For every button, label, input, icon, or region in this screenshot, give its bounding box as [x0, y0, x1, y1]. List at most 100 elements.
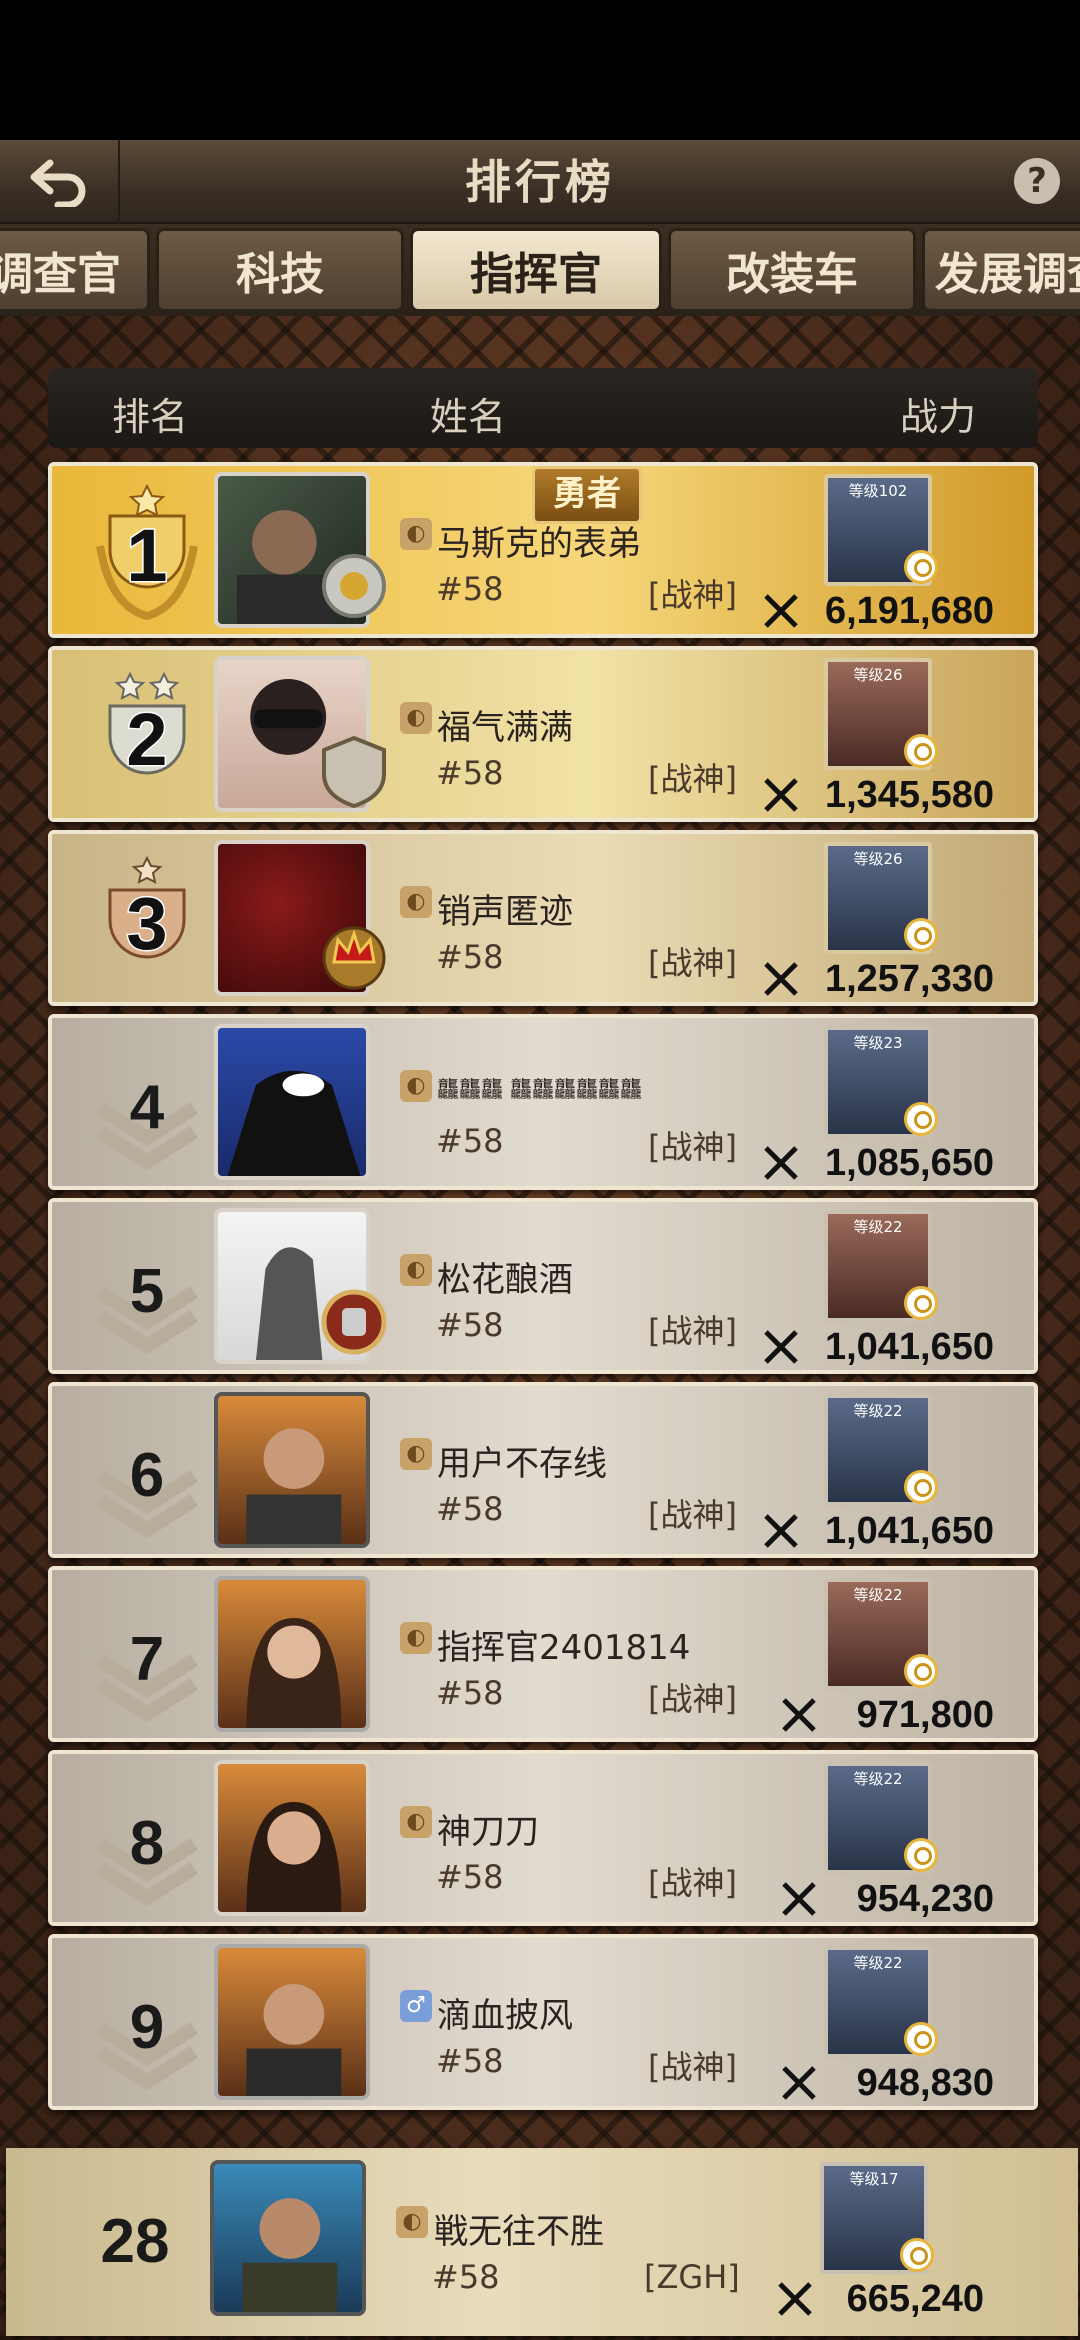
header-bar: 排行榜 ?	[0, 140, 1080, 224]
fist-badge-icon	[321, 1289, 387, 1355]
search-icon[interactable]	[904, 1470, 938, 1504]
search-icon[interactable]	[904, 1654, 938, 1688]
search-icon[interactable]	[904, 550, 938, 584]
rank-row-3[interactable]: 3 ◐ 销声匿迹 #58 [战神] 等级26 1,257,330	[48, 830, 1038, 1006]
help-button[interactable]: ?	[1014, 158, 1060, 204]
search-icon[interactable]	[904, 1286, 938, 1320]
power-column-label: 战力	[900, 395, 977, 439]
gender-unknown-icon: ◐	[400, 1806, 432, 1838]
server-id: #58	[436, 1490, 504, 1528]
search-icon[interactable]	[904, 1102, 938, 1136]
alliance-tag: [战神]	[648, 576, 737, 614]
server-id: #58	[436, 754, 504, 792]
rank-row-1[interactable]: 1 勇者 ◐ 马斯克的表弟 #58 [战神] 等级102 6,191,680	[48, 462, 1038, 638]
power-value: 954,230	[856, 1878, 994, 1920]
crossed-swords-icon	[764, 1146, 798, 1180]
crossed-swords-icon	[778, 2282, 812, 2316]
rank-row-9[interactable]: 9 ♂ 滴血披风 #58 [战神] 等级22 948,830	[48, 1934, 1038, 2110]
avatar[interactable]	[214, 1760, 370, 1916]
rank-badge-icon	[322, 554, 386, 618]
rank-number: 5	[129, 1257, 165, 1326]
rank-row-5[interactable]: 5 ◐ 松花酿酒 #58 [战神] 等级22 1,041,650	[48, 1198, 1038, 1374]
avatar[interactable]	[210, 2160, 366, 2316]
gender-unknown-icon: ◐	[400, 1070, 432, 1102]
power-value: 1,041,650	[824, 1326, 994, 1368]
crossed-swords-icon	[764, 1514, 798, 1548]
rank-number: 9	[129, 1993, 165, 2062]
server-id: #58	[436, 1858, 504, 1896]
player-name: 神刀刀	[437, 1812, 539, 1852]
search-icon[interactable]	[904, 1838, 938, 1872]
search-icon[interactable]	[904, 734, 938, 768]
rank-row-7[interactable]: 7 ◐ 指挥官2401814 #58 [战神] 等级22 971,800	[48, 1566, 1038, 1742]
rank-row-2[interactable]: 2 ◐ 福气满满 #58 [战神] 等级26 1,345,580	[48, 646, 1038, 822]
rank-number: 8	[129, 1809, 165, 1878]
rank-row-4[interactable]: 4 ◐ 龘龘龘 龘龘龘龘龘龘 #58 [战神] 等级23 1,085,650	[48, 1014, 1038, 1190]
crossed-swords-icon	[782, 1698, 816, 1732]
rank-column-label: 排名	[112, 395, 189, 439]
crossed-swords-icon	[764, 962, 798, 996]
gender-unknown-icon: ◐	[400, 1438, 432, 1470]
tab-technology[interactable]: 科技	[156, 228, 404, 312]
crossed-swords-icon	[782, 2066, 816, 2100]
rank-row-6[interactable]: 6 ◐ 用户不存线 #58 [战神] 等级22 1,041,650	[48, 1382, 1038, 1558]
gender-unknown-icon: ◐	[400, 886, 432, 918]
power-value: 1,041,650	[824, 1510, 994, 1552]
status-bar	[0, 0, 1080, 140]
gender-unknown-icon: ◐	[400, 1254, 432, 1286]
rank-number: 4	[129, 1073, 165, 1142]
server-id: #58	[436, 1122, 504, 1160]
server-id: #58	[436, 570, 504, 608]
page-title: 排行榜	[465, 155, 615, 209]
rank-row-8[interactable]: 8 ◐ 神刀刀 #58 [战神] 等级22 954,230	[48, 1750, 1038, 1926]
player-name: 销声匿迹	[437, 892, 573, 932]
male-gender-icon: ♂	[400, 1990, 432, 2022]
gender-unknown-icon: ◐	[400, 1622, 432, 1654]
server-id: #58	[436, 1306, 504, 1344]
alliance-tag: [战神]	[648, 1680, 737, 1718]
player-name: 松花酿酒	[437, 1260, 573, 1300]
avatar[interactable]	[214, 1024, 370, 1180]
tab-development[interactable]: 发展调查	[922, 228, 1080, 312]
tab-commander[interactable]: 指挥官	[410, 228, 662, 312]
column-header: 排名 姓名 战力	[48, 368, 1038, 448]
power-value: 948,830	[856, 2062, 994, 2104]
rank-number: 6	[129, 1441, 165, 1510]
rank-number: 1	[125, 513, 169, 599]
power-value: 6,191,680	[824, 590, 994, 632]
alliance-tag: [ZGH]	[644, 2258, 740, 2296]
server-id: #58	[432, 2258, 500, 2296]
player-name: 滴血披风	[437, 1996, 573, 2036]
player-name: 龘龘龘 龘龘龘龘龘龘	[437, 1078, 642, 1103]
avatar[interactable]	[214, 1576, 370, 1732]
avatar[interactable]	[214, 1392, 370, 1548]
search-icon[interactable]	[904, 2022, 938, 2056]
crossed-swords-icon	[764, 594, 798, 628]
alliance-tag: [战神]	[648, 1128, 737, 1166]
crossed-swords-icon	[782, 1882, 816, 1916]
rank-number: 7	[129, 1625, 165, 1694]
power-value: 971,800	[856, 1694, 994, 1736]
search-icon[interactable]	[904, 918, 938, 952]
power-value: 665,240	[846, 2278, 984, 2320]
alliance-tag: [战神]	[648, 1864, 737, 1902]
gender-unknown-icon: ◐	[396, 2206, 428, 2238]
ranking-list[interactable]: 排名 姓名 战力 1 勇者 ◐ 马斯克的表弟 #58 [战神] 等级102 6,…	[0, 316, 1080, 2340]
tab-modified-car[interactable]: 改装车	[668, 228, 916, 312]
power-value: 1,257,330	[824, 958, 994, 1000]
rank-number: 28	[100, 2207, 170, 2276]
search-icon[interactable]	[900, 2238, 934, 2272]
alliance-tag: [战神]	[648, 1496, 737, 1534]
alliance-tag: [战神]	[648, 2048, 737, 2086]
player-name: 指挥官2401814	[437, 1628, 691, 1668]
alliance-tag: [战神]	[648, 944, 737, 982]
rank-number: 3	[125, 881, 169, 967]
alliance-tag: [战神]	[648, 1312, 737, 1350]
server-id: #58	[436, 2042, 504, 2080]
crown-badge-icon	[322, 926, 386, 990]
category-tabs: 调查官 科技 指挥官 改装车 发展调查	[0, 224, 1080, 316]
avatar[interactable]	[214, 1944, 370, 2100]
server-id: #58	[436, 938, 504, 976]
tab-investigator[interactable]: 调查官	[0, 228, 150, 312]
my-rank-row[interactable]: 28 ◐ 戦无往不胜 #58 [ZGH] 等级17 665,240	[6, 2148, 1078, 2336]
